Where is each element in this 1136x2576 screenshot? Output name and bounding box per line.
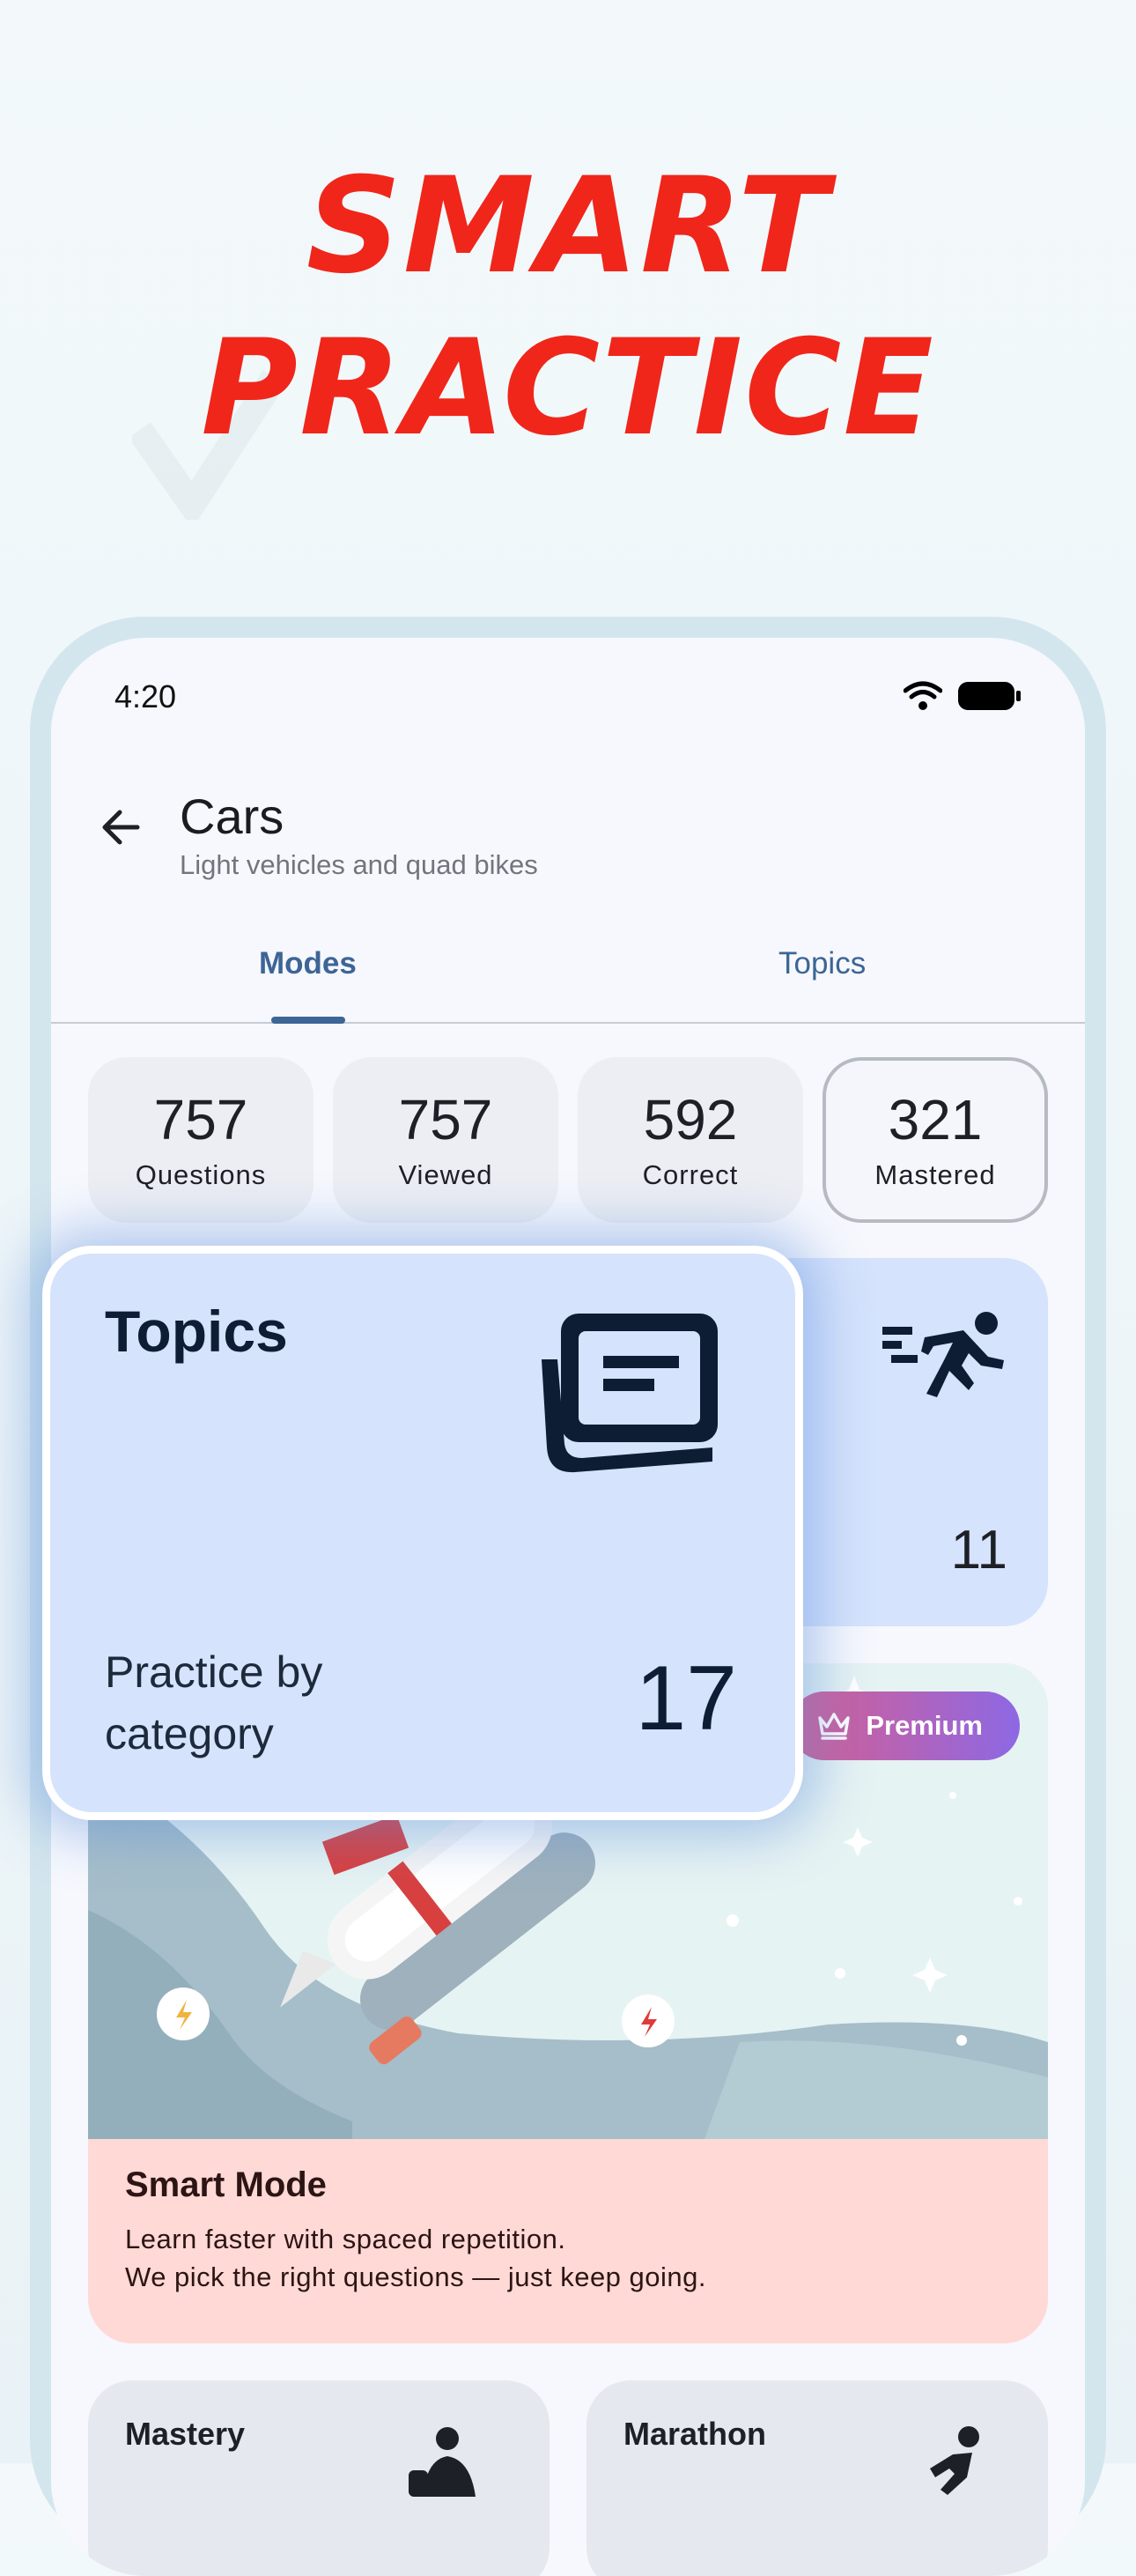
stat-label: Viewed (398, 1159, 493, 1190)
premium-badge[interactable]: Premium (790, 1691, 1020, 1760)
stat-mastered[interactable]: 321 Mastered (822, 1057, 1048, 1223)
battery-icon (958, 682, 1021, 710)
tab-bar: Modes Topics (51, 937, 1085, 1024)
wifi-icon (904, 681, 942, 710)
marathon-card[interactable]: Marathon (586, 2380, 1048, 2576)
person-icon (409, 2427, 476, 2497)
tab-indicator (271, 1017, 345, 1024)
topics-card-count: 17 (635, 1647, 737, 1750)
headline-line-2: PRACTICE (201, 312, 935, 465)
stat-value: 757 (153, 1088, 248, 1151)
stat-viewed[interactable]: 757 Viewed (333, 1057, 558, 1223)
stat-value: 321 (888, 1088, 983, 1151)
status-icons (904, 680, 1022, 712)
stat-correct[interactable]: 592 Correct (578, 1057, 803, 1223)
back-button[interactable] (90, 796, 151, 858)
tab-modes[interactable]: Modes (259, 946, 357, 981)
stat-questions[interactable]: 757 Questions (88, 1057, 314, 1223)
mastery-card[interactable]: Mastery (88, 2380, 550, 2576)
crown-icon (818, 1713, 851, 1740)
stat-value: 592 (643, 1088, 738, 1151)
page-title: Cars (180, 788, 284, 844)
marathon-title: Marathon (623, 2416, 766, 2452)
smart-mode-line-2: We pick the right questions — just keep … (125, 2261, 706, 2292)
running-person-icon (882, 1312, 1004, 1397)
arrow-back-icon (102, 810, 140, 845)
tab-topics[interactable]: Topics (778, 946, 866, 981)
status-time: 4:20 (114, 678, 177, 714)
headline-line-1: SMART (306, 150, 830, 303)
topics-card[interactable]: Topics Practice by category 17 (42, 1246, 803, 1820)
articles-icon (542, 1314, 718, 1473)
smart-mode-description: Learn faster with spaced repetition. We … (125, 2220, 706, 2296)
stat-label: Mastered (874, 1159, 996, 1190)
stat-label: Questions (135, 1159, 267, 1190)
stat-value: 757 (398, 1088, 493, 1151)
topics-card-description: Practice by category (105, 1647, 323, 1758)
quick-count: 11 (950, 1520, 1007, 1580)
smart-mode-title: Smart Mode (125, 2165, 327, 2204)
mastery-title: Mastery (125, 2416, 246, 2452)
smart-mode-line-1: Learn faster with spaced repetition. (125, 2224, 566, 2254)
page-subtitle: Light vehicles and quad bikes (180, 849, 538, 880)
stat-label: Correct (642, 1159, 739, 1190)
runner-icon (930, 2426, 979, 2495)
premium-label: Premium (866, 1710, 983, 1741)
topics-card-title: Topics (105, 1299, 288, 1364)
